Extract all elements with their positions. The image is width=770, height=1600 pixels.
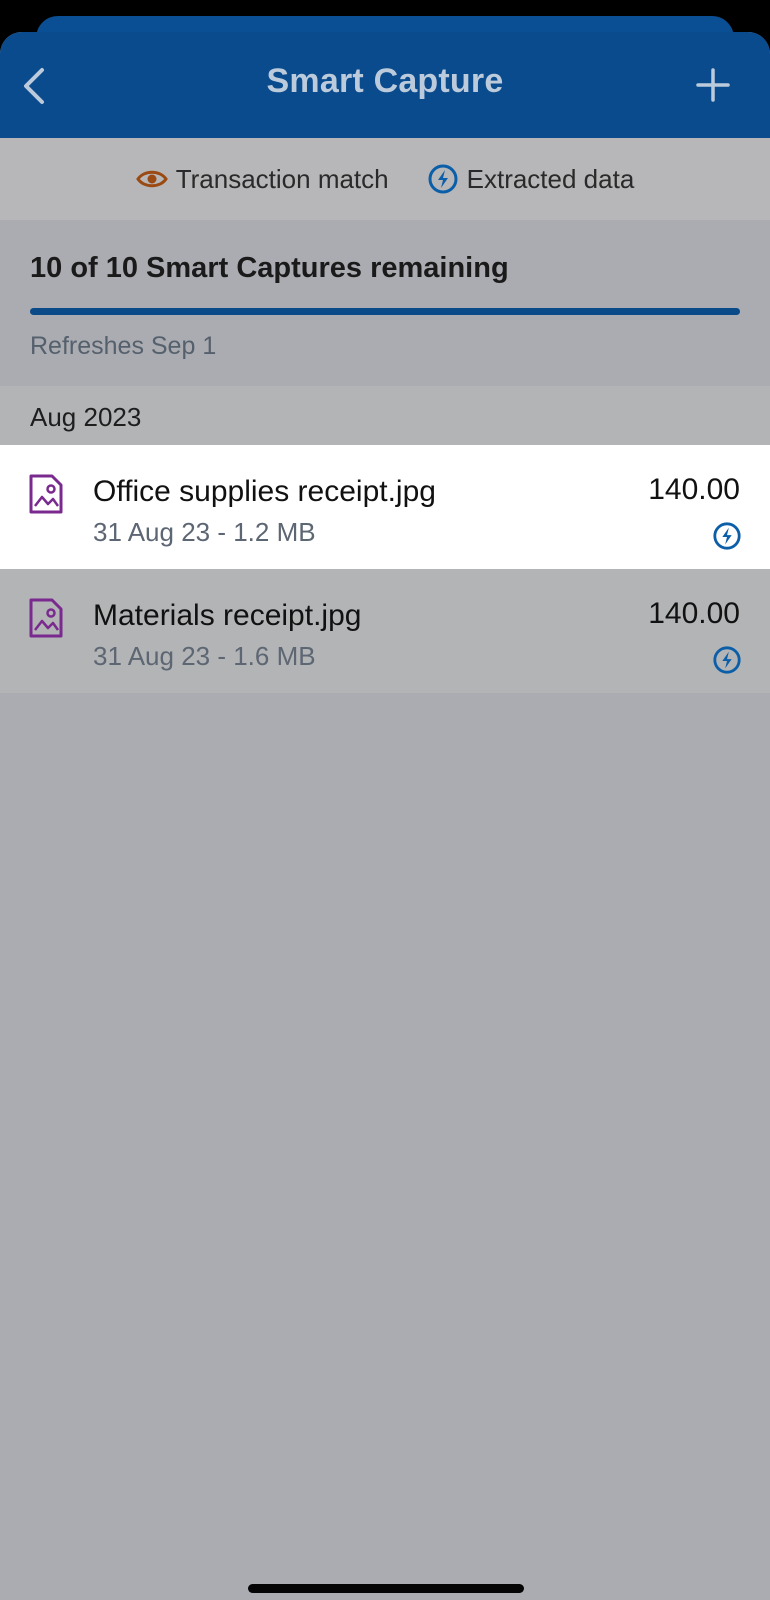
page-title: Smart Capture [266, 62, 504, 100]
list-item[interactable]: Materials receipt.jpg 31 Aug 23 - 1.6 MB… [0, 569, 770, 693]
phone-screen: Smart Capture Transaction match Extracte… [0, 0, 770, 1600]
lightning-circle-icon [713, 646, 741, 674]
file-meta: 31 Aug 23 - 1.6 MB [93, 641, 316, 671]
legend-transaction-match: Transaction match [135, 163, 389, 195]
add-button[interactable] [696, 68, 730, 102]
eye-icon [135, 170, 168, 188]
section-label: Aug 2023 [30, 402, 142, 432]
amount: 140.00 [648, 597, 740, 630]
file-meta: 31 Aug 23 - 1.2 MB [93, 517, 316, 547]
top-bar: Smart Capture [0, 32, 770, 138]
amount: 140.00 [648, 473, 740, 506]
legend-transaction-match-label: Transaction match [175, 163, 389, 194]
lightning-circle-icon [713, 522, 741, 550]
remaining-progress-bar [30, 308, 740, 315]
file-name: Materials receipt.jpg [93, 599, 362, 632]
refresh-date: Refreshes Sep 1 [30, 332, 217, 360]
list-item[interactable]: Office supplies receipt.jpg 31 Aug 23 - … [0, 445, 770, 569]
legend-extracted-data-label: Extracted data [466, 163, 635, 194]
lightning-circle-icon [428, 164, 458, 194]
smart-capture-sheet: Smart Capture Transaction match Extracte… [0, 32, 770, 1600]
home-indicator[interactable] [248, 1584, 524, 1593]
section-header: Aug 2023 [0, 386, 770, 448]
plus-icon [696, 68, 730, 102]
image-file-icon [29, 598, 63, 638]
legend-extracted-data: Extracted data [427, 163, 635, 195]
file-name: Office supplies receipt.jpg [93, 475, 436, 508]
remaining-count: 10 of 10 Smart Captures remaining [30, 252, 509, 284]
image-file-icon [29, 474, 63, 514]
status-legend: Transaction match Extracted data [0, 138, 770, 220]
capture-summary: 10 of 10 Smart Captures remaining Refres… [0, 220, 770, 386]
remaining-progress-fill [30, 308, 740, 315]
